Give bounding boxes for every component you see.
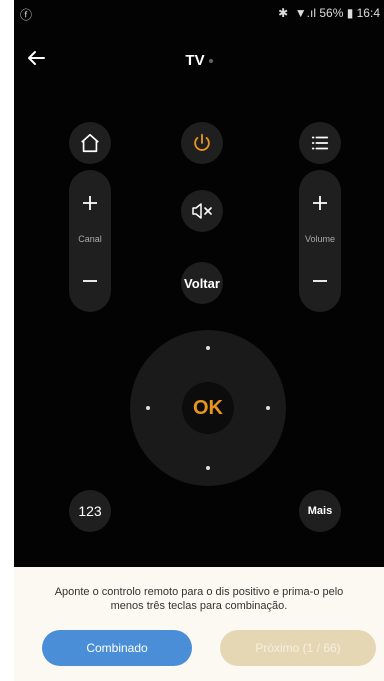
app-screen: ⓕ ✱ ⁠ ▼.ıl 56% ▮ 16:4 TV <box>14 0 384 681</box>
back-label: Voltar <box>184 275 220 291</box>
status-notification-icon: ⓕ <box>20 8 33 22</box>
numbers-button[interactable]: 123 <box>69 490 111 532</box>
combined-button[interactable]: Combinado <box>42 630 192 666</box>
plus-icon <box>313 196 327 210</box>
plus-icon <box>83 196 97 210</box>
next-button[interactable]: Próximo (1 / 66) <box>220 630 376 666</box>
power-icon <box>194 133 210 151</box>
page-title: TV <box>14 52 384 69</box>
minus-icon <box>313 280 327 282</box>
status-indicators: ✱ ⁠ ▼.ıl 56% ▮ 16:4 <box>278 6 380 20</box>
home-button[interactable] <box>69 122 111 164</box>
pairing-instructions: Aponte o controlo remoto para o dis posi… <box>14 585 384 613</box>
instruction-line-1: Aponte o controlo remoto para o dis posi… <box>54 586 344 598</box>
dpad: OK <box>130 330 286 486</box>
mute-button[interactable] <box>181 190 223 232</box>
mute-icon <box>192 203 212 219</box>
ok-button[interactable]: OK <box>182 382 234 434</box>
channel-control: Canal <box>69 170 111 312</box>
device-name: TV <box>185 52 205 69</box>
dpad-right-button[interactable] <box>266 406 270 410</box>
home-icon <box>81 133 99 153</box>
volume-up-button[interactable] <box>299 188 341 218</box>
volume-control: Volume <box>299 170 341 312</box>
channel-down-button[interactable] <box>69 266 111 296</box>
instruction-line-2: menos três teclas para combinação. <box>110 600 288 612</box>
more-button[interactable]: Mais <box>299 490 341 532</box>
menu-list-icon <box>311 136 329 150</box>
remote-panel: ⓕ ✱ ⁠ ▼.ıl 56% ▮ 16:4 TV <box>14 0 384 567</box>
back-button[interactable]: Voltar <box>181 262 223 304</box>
more-label: Mais <box>307 505 333 517</box>
power-button[interactable] <box>181 122 223 164</box>
dpad-left-button[interactable] <box>146 406 150 410</box>
volume-label: Volume <box>304 234 336 244</box>
channel-up-button[interactable] <box>69 188 111 218</box>
dpad-up-button[interactable] <box>206 346 210 350</box>
volume-down-button[interactable] <box>299 266 341 296</box>
channel-label: Canal <box>78 234 102 244</box>
menu-button[interactable] <box>299 122 341 164</box>
minus-icon <box>83 280 97 282</box>
dpad-down-button[interactable] <box>206 466 210 470</box>
numbers-label: 123 <box>78 503 102 519</box>
status-dot-icon <box>208 59 213 64</box>
